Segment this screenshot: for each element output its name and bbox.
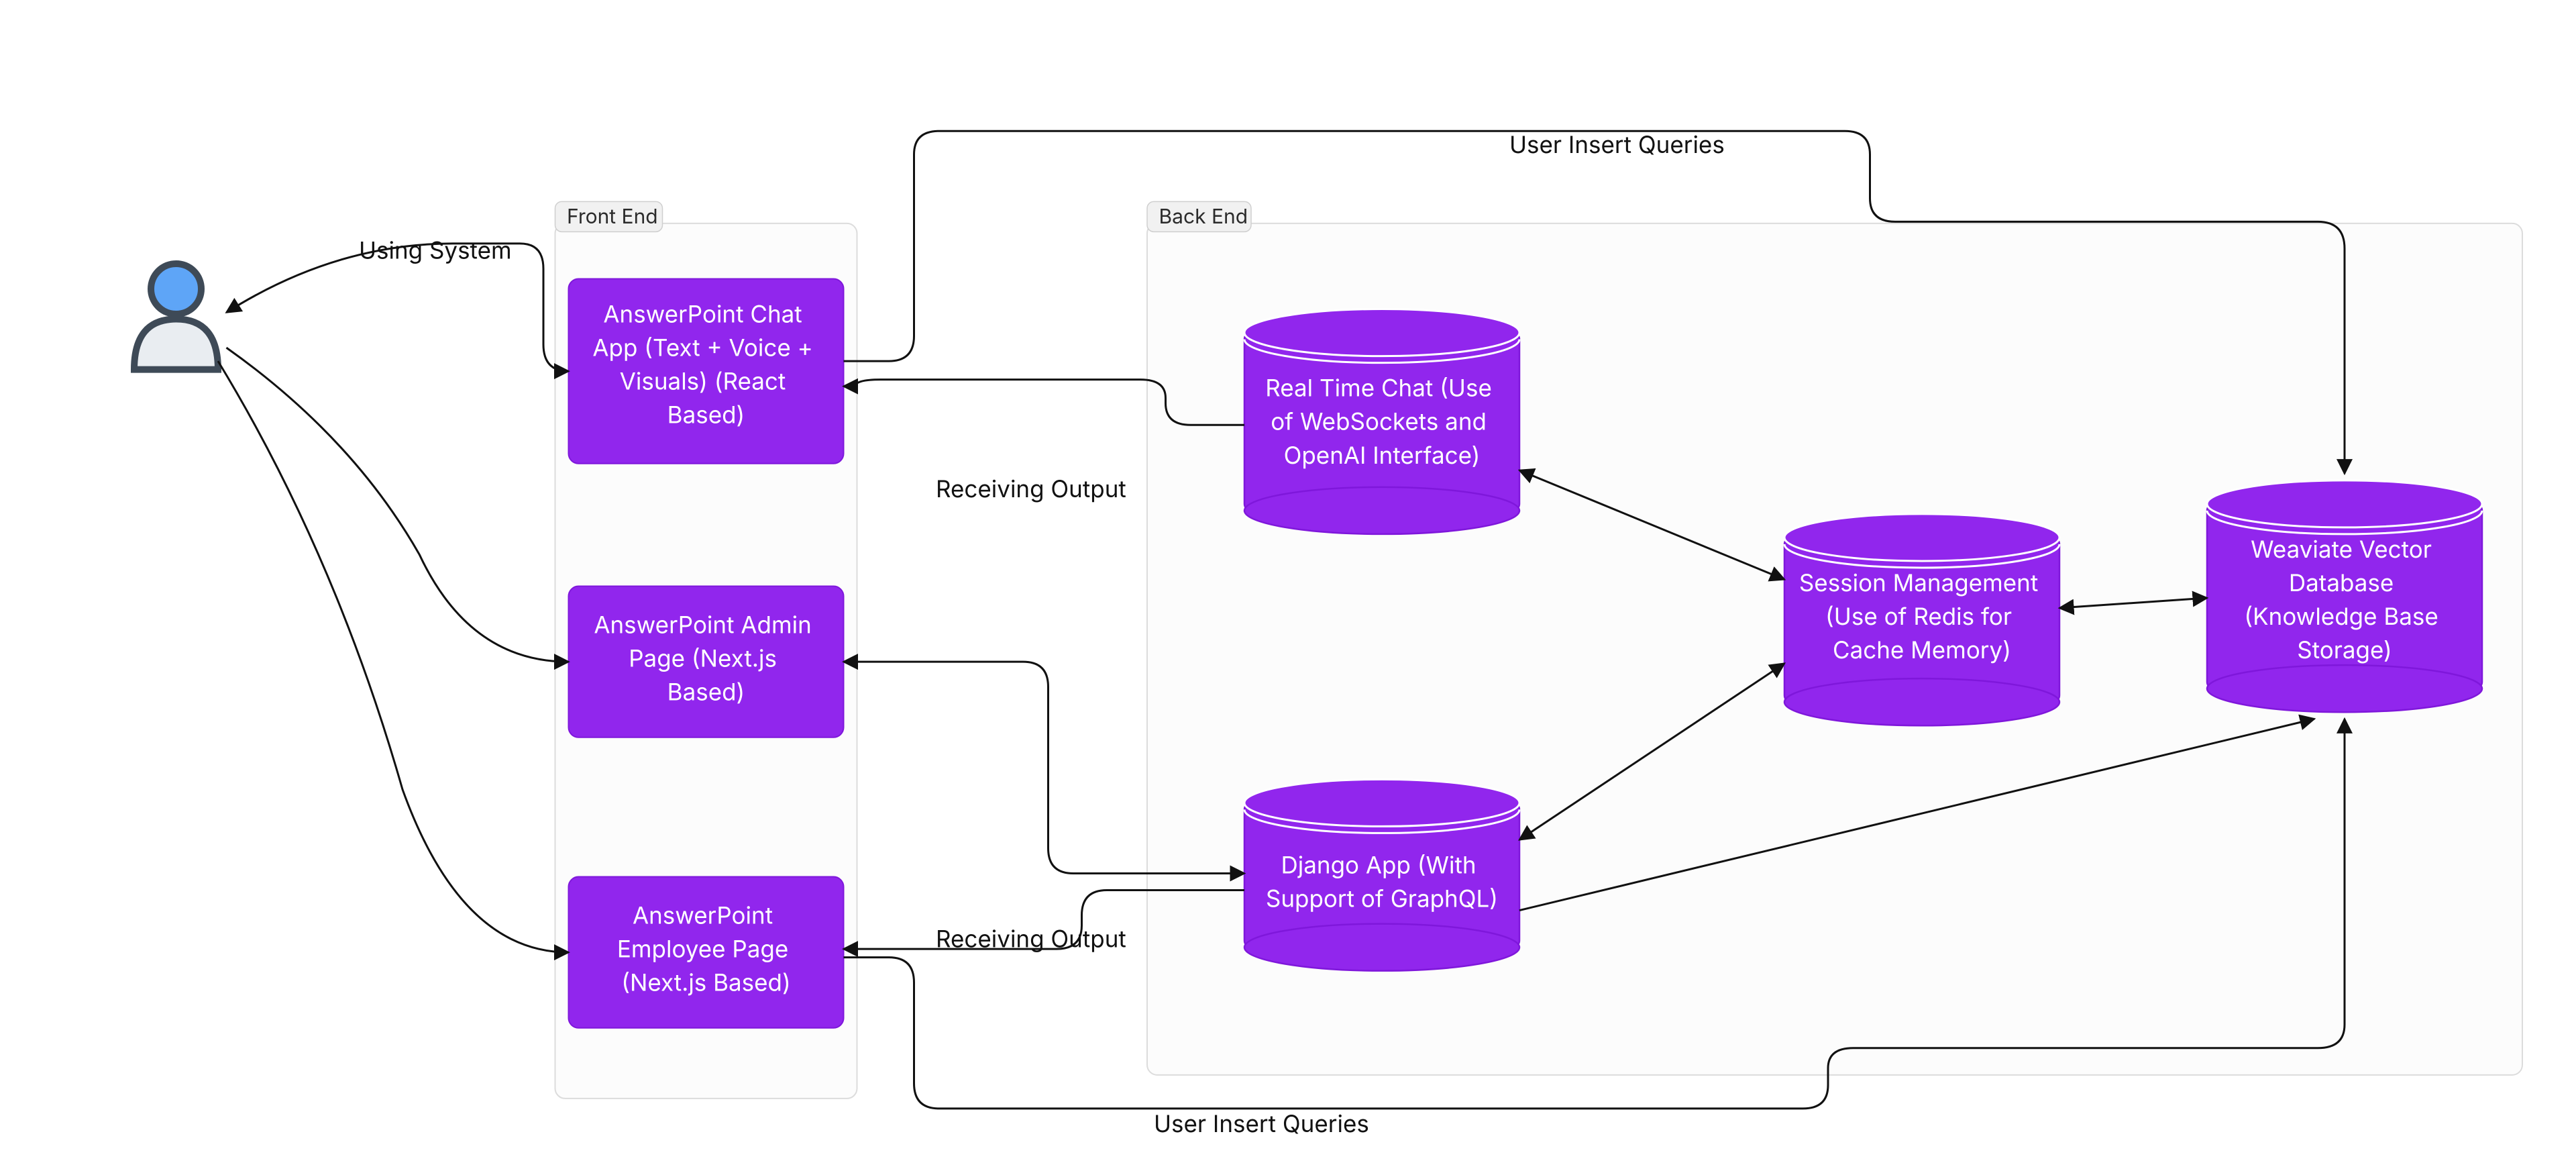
user-actor-icon <box>134 264 218 370</box>
edge-django-emp-label: Receiving Output <box>936 925 1126 954</box>
svg-text:Session Management (Us: Session Management (Use of Redis for Cac… <box>1799 569 2045 664</box>
edge-emp-weaviate-label: User Insert Queries <box>1154 1110 1369 1138</box>
node-weaviate: Weaviate Vector Database (Knowledge Base… <box>2207 480 2482 712</box>
svg-text:Real Time Chat (Use of: Real Time Chat (Use of WebSockets and Op… <box>1265 374 1498 470</box>
frontend-group-label: Front End <box>567 205 658 229</box>
architecture-diagram: Front End AnswerPoint Chat App (Text + V… <box>0 0 2576 1169</box>
edge-user-chatapp-label: Using System <box>359 236 512 264</box>
node-django-app: Django App (With Support of GraphQL) Dja… <box>1244 779 1519 970</box>
node-session-mgmt: Session Management (Use of Redis for Cac… <box>1784 514 2059 725</box>
backend-group-label: Back End <box>1159 205 1248 229</box>
edge-user-admin <box>227 348 569 662</box>
node-chat-app: AnswerPoint Chat App (Text + Voice + Vis… <box>569 278 844 463</box>
edge-realtime-chatapp-label: Receiving Output <box>936 475 1126 503</box>
frontend-group: Front End AnswerPoint Chat App (Text + V… <box>555 201 857 1099</box>
node-admin-page: AnswerPoint Admin Page (Next.js Based) A… <box>569 587 844 738</box>
edge-chatapp-weaviate-label: User Insert Queries <box>1509 131 1725 159</box>
node-emp-page: AnswerPoint Employee Page (Next.js Based… <box>569 877 844 1028</box>
edge-user-emp <box>218 361 569 952</box>
backend-group: Back End Real Time Chat (Use of WebSocke… <box>1147 201 2522 1074</box>
svg-text:AnswerPoint Employee P: AnswerPoint Employee Page (Next.js Based… <box>617 902 795 997</box>
node-realtime-chat: Real Time Chat (Use of WebSockets and Op… <box>1244 309 1519 534</box>
